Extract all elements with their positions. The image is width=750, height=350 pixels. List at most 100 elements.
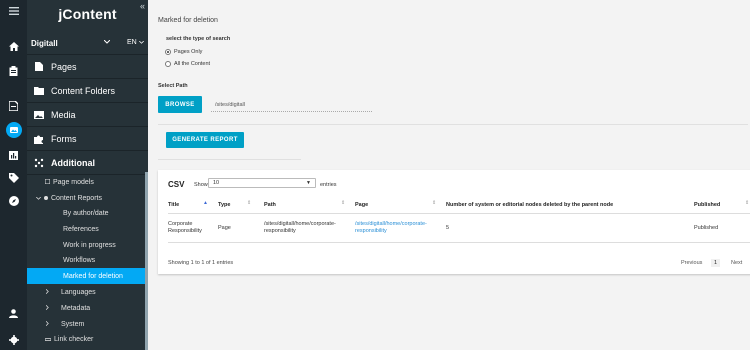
radio-pages-only[interactable]: Pages Only	[165, 48, 202, 56]
column-header-path[interactable]: Path	[264, 202, 276, 208]
app-logo: jContent	[58, 6, 117, 22]
home-icon[interactable]	[0, 38, 27, 54]
tree-item-label: Metadata	[61, 304, 91, 312]
divider	[158, 124, 748, 125]
nav-additional[interactable]: Additional	[27, 151, 148, 175]
settings-icon[interactable]	[0, 332, 27, 348]
sort-icon[interactable]: ⇕	[745, 200, 749, 206]
tree-item-marked-for-deletion[interactable]: Marked for deletion	[27, 268, 145, 284]
sort-asc-icon[interactable]: ▲	[203, 200, 208, 206]
user-icon[interactable]	[0, 305, 27, 321]
table-icon	[44, 178, 51, 186]
tree-item-label: Content Reports	[51, 194, 102, 202]
cell-path: /sites/digitall/home/corporate-responsib…	[264, 221, 336, 234]
tree-item-workflows[interactable]: Workflows	[27, 252, 145, 268]
cell-title: Corporate Responsibility	[168, 221, 202, 234]
tree-item-by-author-date[interactable]: By author/date	[27, 205, 145, 221]
nav-forms[interactable]: Forms	[27, 127, 148, 151]
radio-button[interactable]	[165, 61, 171, 67]
page-button-current[interactable]: 1	[711, 259, 721, 267]
tree-item-label: Languages	[61, 288, 96, 296]
tree-item-page-models[interactable]: Page models	[27, 174, 145, 190]
path-input[interactable]	[211, 99, 372, 112]
tree-item-label: References	[63, 225, 99, 233]
search-type-label: select the type of search	[166, 36, 231, 42]
menu-icon[interactable]	[0, 3, 27, 19]
radio-label: All the Content	[174, 61, 211, 67]
tree-item-content-reports[interactable]: Content Reports	[27, 190, 145, 206]
column-header-type[interactable]: Type	[218, 202, 230, 208]
nav-pages-label: Pages	[51, 61, 77, 72]
page-size-select[interactable]: 10 ▼	[208, 178, 316, 188]
puzzle-icon	[27, 134, 51, 144]
link-icon	[44, 336, 52, 343]
page-size-value: 10	[213, 180, 220, 186]
cell-type: Page	[218, 225, 231, 231]
sidebar: jContent « Digitall EN Pages Content Fol…	[27, 0, 148, 350]
nav-content-folders-label: Content Folders	[51, 85, 116, 96]
icon-rail	[0, 0, 27, 350]
radio-label: Pages Only	[174, 49, 203, 55]
tree-item-metadata[interactable]: Metadata	[27, 300, 145, 316]
tree-item-label: Link checker	[54, 335, 94, 343]
tree-item-link-checker[interactable]: Link checker	[27, 331, 145, 347]
generate-report-button[interactable]: GENERATE REPORT	[166, 132, 244, 148]
chevron-down-icon[interactable]	[103, 39, 111, 46]
nav-pages[interactable]: Pages	[27, 55, 148, 79]
chevron-right-icon[interactable]	[45, 320, 49, 328]
radio-button[interactable]	[165, 49, 171, 55]
dashboard-icon[interactable]	[0, 147, 27, 163]
tree-item-label: Work in progress	[63, 241, 116, 249]
radio-all-content[interactable]: All the Content	[165, 60, 210, 68]
clipboard-icon[interactable]	[0, 63, 27, 79]
collapse-sidebar-icon[interactable]: «	[140, 1, 145, 11]
main-content: Marked for deletion select the type of s…	[148, 0, 750, 350]
page-icon[interactable]	[0, 98, 27, 114]
column-header-page[interactable]: Page	[355, 202, 368, 208]
sort-icon[interactable]: ⇕	[247, 200, 251, 206]
tree-item-languages[interactable]: Languages	[27, 284, 145, 300]
tree-item-label: By author/date	[63, 209, 109, 217]
folder-icon	[27, 86, 51, 95]
cell-published: Published	[694, 225, 719, 231]
content-icon[interactable]	[0, 121, 27, 139]
image-icon	[27, 110, 51, 119]
tag-icon[interactable]	[0, 170, 27, 186]
browse-button[interactable]: BROWSE	[158, 96, 202, 113]
entries-label: entries	[320, 182, 337, 188]
page-link[interactable]: /sites/digitall/home/corporate-responsib…	[355, 221, 427, 234]
chevron-down-icon[interactable]	[35, 195, 42, 202]
tree-item-work-in-progress[interactable]: Work in progress	[27, 237, 145, 253]
chevron-right-icon[interactable]	[45, 304, 49, 312]
language-selector[interactable]: EN	[127, 39, 144, 46]
sort-icon[interactable]: ⇕	[341, 200, 345, 206]
column-header-title[interactable]: Title	[168, 202, 179, 208]
site-selector-row: Digitall EN	[27, 35, 148, 55]
nav-content-folders[interactable]: Content Folders	[27, 79, 148, 103]
tree-item-label: Workflows	[63, 256, 96, 264]
page-title: Marked for deletion	[158, 17, 218, 24]
divider	[158, 159, 301, 160]
tree-item-references[interactable]: References	[27, 221, 145, 237]
select-path-label: Select Path	[158, 83, 188, 89]
chevron-right-icon[interactable]	[45, 288, 49, 296]
report-icon	[44, 195, 48, 202]
compass-icon[interactable]	[0, 193, 27, 209]
nav-forms-label: Forms	[51, 133, 77, 144]
column-header-published[interactable]: Published	[694, 202, 720, 208]
page-icon	[27, 62, 51, 71]
column-header-count[interactable]: Number of system or editorial nodes dele…	[446, 202, 613, 208]
caret-down-icon: ▼	[306, 180, 311, 186]
language-label: EN	[127, 39, 137, 46]
sort-icon[interactable]: ⇕	[432, 200, 436, 206]
previous-page-button[interactable]: Previous	[681, 260, 702, 266]
tree-item-system[interactable]: System	[27, 316, 145, 332]
csv-export-button[interactable]: CSV	[168, 180, 184, 189]
site-selector[interactable]: Digitall	[31, 39, 58, 48]
nav-media-label: Media	[51, 109, 76, 120]
nav-additional-label: Additional	[51, 157, 95, 168]
nav-media[interactable]: Media	[27, 103, 148, 127]
show-label: Show	[194, 182, 208, 188]
additional-icon	[27, 158, 51, 168]
next-page-button[interactable]: Next	[731, 260, 742, 266]
